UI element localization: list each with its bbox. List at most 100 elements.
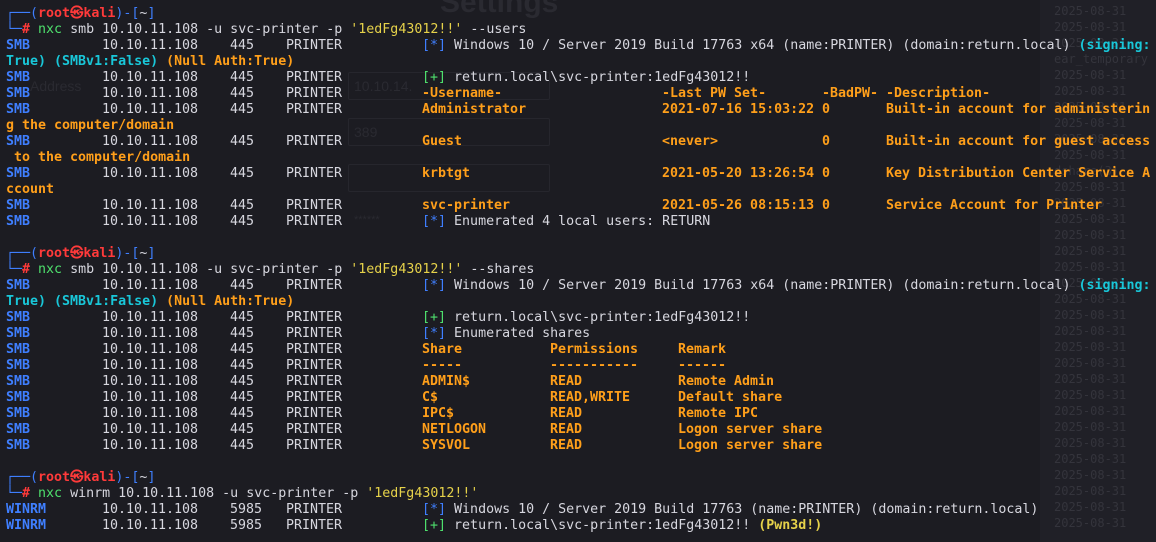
share-remark: ------ <box>678 358 727 373</box>
share-remark: Logon server share <box>678 438 823 453</box>
target-port: 445 <box>230 438 255 453</box>
target-port: 445 <box>230 86 255 101</box>
info-marker: [*] <box>422 326 447 341</box>
prompt-host: kali <box>83 246 116 261</box>
target-port: 445 <box>230 70 255 85</box>
target-ip: 10.10.11.108 <box>102 358 199 373</box>
share-remark: Logon server share <box>678 422 823 437</box>
prompt-skull-icon: ㉿ <box>70 470 84 485</box>
wrapped-description: g the computer/domain <box>6 118 175 133</box>
message-text: Enumerated shares <box>454 326 591 341</box>
target-host: PRINTER <box>286 374 343 389</box>
target-host: PRINTER <box>286 342 343 357</box>
prompt-line: ┌──(root㉿kali)-[~] <box>6 6 1156 22</box>
target-port: 5985 <box>230 518 263 533</box>
share-remark: Default share <box>678 390 783 405</box>
user-name: svc-printer <box>422 198 511 213</box>
command-flag: --shares <box>462 262 535 277</box>
share-row: SMB 10.10.11.108 445 PRINTER ----- ----------… <box>6 358 1156 374</box>
output-message: [*] Enumerated 4 local users: RETURN <box>422 214 710 230</box>
prompt-user: root <box>38 6 71 21</box>
terminal-output[interactable]: ┌──(root㉿kali)-[~] └─# nxc smb 10.10.11.1… <box>6 6 1156 534</box>
target-host: PRINTER <box>286 198 343 213</box>
protocol: SMB <box>6 166 31 181</box>
output-line: WINRM 10.10.11.108 5985 PRINTER [+] return.l… <box>6 518 1156 534</box>
target-port: 445 <box>230 310 255 325</box>
command-line: └─# nxc smb 10.10.11.108 -u svc-printer … <box>6 22 1156 38</box>
share-name: IPC$ <box>422 406 455 421</box>
protocol: SMB <box>6 374 31 389</box>
target-port: 445 <box>230 358 255 373</box>
null-auth-flag: (Null Auth:True) <box>158 294 295 309</box>
target-ip: 10.10.11.108 <box>102 214 199 229</box>
target-port: 445 <box>230 134 255 149</box>
wrapped-line: True) (SMBv1:False) (Null Auth:True) <box>6 294 1156 310</box>
target-ip: 10.10.11.108 <box>102 102 199 117</box>
protocol: SMB <box>6 86 31 101</box>
protocol: SMB <box>6 358 31 373</box>
share-name: NETLOGON <box>422 422 487 437</box>
message-text: Windows 10 / Server 2019 Build 17763 (na… <box>454 502 1039 517</box>
prompt-frame: ] <box>147 6 156 21</box>
wrapped-line: to the computer/domain <box>6 150 1156 166</box>
target-host: PRINTER <box>286 86 343 101</box>
target-port: 445 <box>230 198 255 213</box>
protocol: SMB <box>6 390 31 405</box>
protocol: SMB <box>6 198 31 213</box>
bad-pw-count: 0 <box>822 166 831 181</box>
share-row: SMB 10.10.11.108 445 PRINTER C$ READ,WRITE Def… <box>6 390 1156 406</box>
success-marker: [+] <box>422 518 447 533</box>
target-host: PRINTER <box>286 326 343 341</box>
target-ip: 10.10.11.108 <box>102 390 199 405</box>
share-remark: Remote Admin <box>678 374 775 389</box>
protocol: SMB <box>6 102 31 117</box>
user-name: Administrator <box>422 102 527 117</box>
output-line: SMB 10.10.11.108 445 PRINTER [*] Enumerated … <box>6 214 1156 230</box>
prompt-host: kali <box>83 6 116 21</box>
prompt-frame: ┌──( <box>6 246 39 261</box>
command-password-arg: '1edFg43012!!' <box>350 262 463 277</box>
target-host: PRINTER <box>286 134 343 149</box>
message-text: Windows 10 / Server 2019 Build 17763 x64… <box>454 278 1079 293</box>
target-host: PRINTER <box>286 438 343 453</box>
output-message: [*] Enumerated shares <box>422 326 590 342</box>
prompt-hash: # <box>22 486 39 501</box>
user-name: -Username- <box>422 86 503 101</box>
target-port: 445 <box>230 214 255 229</box>
share-permissions: READ <box>550 438 583 453</box>
wrapped-description: ccount <box>6 182 55 197</box>
smbv1-flag: (SMBv1:False) <box>46 294 159 309</box>
share-name: Share <box>422 342 463 357</box>
prompt-hash: # <box>22 262 39 277</box>
protocol: SMB <box>6 406 31 421</box>
protocol: SMB <box>6 310 31 325</box>
signing-value: True) <box>6 294 47 309</box>
user-name: krbtgt <box>422 166 471 181</box>
bad-pw-count: 0 <box>822 102 831 117</box>
prompt-frame: └─ <box>6 262 23 277</box>
smbv1-flag: (SMBv1:False) <box>46 54 159 69</box>
user-name: Guest <box>422 134 463 149</box>
target-ip: 10.10.11.108 <box>102 374 199 389</box>
user-row: SMB 10.10.11.108 445 PRINTER Administrator 20… <box>6 102 1156 118</box>
output-message: [*] Windows 10 / Server 2019 Build 17763… <box>422 38 1151 54</box>
prompt-frame: )-[ <box>115 246 140 261</box>
command-tool: nxc <box>38 486 63 501</box>
command-password-arg: '1edFg43012!!' <box>366 486 479 501</box>
target-port: 445 <box>230 374 255 389</box>
user-description: -Description- <box>886 86 991 101</box>
target-port: 5985 <box>230 502 263 517</box>
user-row: SMB 10.10.11.108 445 PRINTER -Username- -Last… <box>6 86 1156 102</box>
target-port: 445 <box>230 278 255 293</box>
bad-pw-count: -BadPW- <box>822 86 879 101</box>
null-auth-flag: (Null Auth:True) <box>158 54 295 69</box>
target-host: PRINTER <box>286 102 343 117</box>
prompt-skull-icon: ㉿ <box>70 6 84 21</box>
prompt-line: ┌──(root㉿kali)-[~] <box>6 470 1156 486</box>
protocol: WINRM <box>6 518 47 533</box>
prompt-host: kali <box>83 470 116 485</box>
last-pw-set: -Last PW Set- <box>662 86 767 101</box>
protocol: SMB <box>6 422 31 437</box>
